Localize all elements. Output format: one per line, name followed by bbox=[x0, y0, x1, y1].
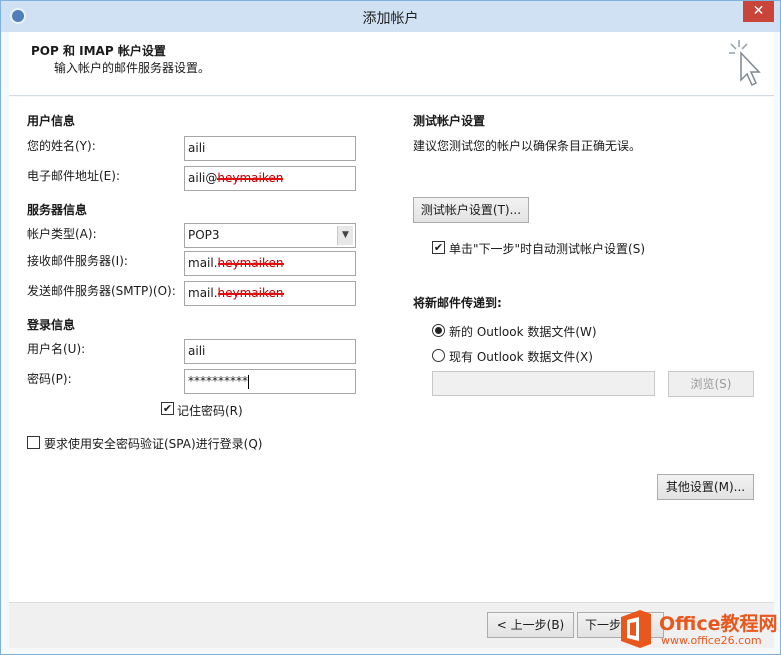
username-value: aili bbox=[188, 344, 206, 358]
existing-data-file-path[interactable] bbox=[432, 371, 655, 396]
delivery-heading: 将新邮件传递到: bbox=[413, 296, 502, 310]
name-label: 您的姓名(Y): bbox=[27, 139, 96, 153]
email-redacted: heymaiken bbox=[217, 171, 284, 185]
browse-button[interactable]: 浏览(S) bbox=[668, 371, 754, 397]
watermark: Office教程网 www.office26.com bbox=[615, 605, 781, 655]
add-account-window: 添加帐户 ✕ POP 和 IMAP 帐户设置 输入帐户的邮件服务器设置。 用户信… bbox=[0, 0, 781, 655]
auto-test-label: 单击"下一步"时自动测试帐户设置(S) bbox=[449, 242, 646, 256]
office-logo-icon bbox=[621, 610, 651, 648]
server-info-heading: 服务器信息 bbox=[27, 203, 88, 217]
title-bar: 添加帐户 ✕ bbox=[1, 1, 780, 32]
close-button[interactable]: ✕ bbox=[743, 1, 774, 22]
name-input[interactable]: aili bbox=[184, 136, 356, 161]
username-input[interactable]: aili bbox=[184, 339, 356, 364]
watermark-url: www.office26.com bbox=[661, 634, 762, 647]
test-settings-heading: 测试帐户设置 bbox=[413, 114, 486, 128]
password-label: 密码(P): bbox=[27, 372, 72, 386]
dialog-header: POP 和 IMAP 帐户设置 输入帐户的邮件服务器设置。 bbox=[9, 32, 774, 96]
spa-checkbox[interactable] bbox=[27, 436, 40, 449]
name-value: aili bbox=[188, 141, 206, 155]
auto-test-checkbox[interactable]: ✔ bbox=[432, 241, 445, 254]
email-input[interactable]: aili@heymaiken bbox=[184, 166, 356, 191]
dialog-content: 用户信息 您的姓名(Y): aili 电子邮件地址(E): aili@heyma… bbox=[9, 97, 774, 602]
more-settings-button[interactable]: 其他设置(M)... bbox=[657, 474, 754, 500]
cursor-click-icon bbox=[729, 40, 761, 87]
new-data-file-radio[interactable] bbox=[432, 324, 445, 337]
header-title: POP 和 IMAP 帐户设置 bbox=[31, 44, 166, 58]
test-settings-description: 建议您测试您的帐户以确保条目正确无误。 bbox=[413, 139, 642, 153]
incoming-server-input[interactable]: mail.heymaiken bbox=[184, 251, 356, 276]
incoming-redacted: heymaiken bbox=[217, 256, 284, 270]
chevron-down-icon[interactable]: ▼ bbox=[337, 226, 353, 245]
incoming-prefix: mail. bbox=[188, 256, 218, 270]
watermark-brand: Office教程网 bbox=[659, 613, 778, 635]
account-type-label: 帐户类型(A): bbox=[27, 227, 97, 241]
outgoing-server-input[interactable]: mail.heymaiken bbox=[184, 281, 356, 306]
outgoing-prefix: mail. bbox=[188, 286, 218, 300]
back-button[interactable]: < 上一步(B) bbox=[487, 612, 574, 638]
user-info-heading: 用户信息 bbox=[27, 114, 76, 128]
email-label: 电子邮件地址(E): bbox=[27, 169, 120, 183]
existing-data-file-radio[interactable] bbox=[432, 349, 445, 362]
test-account-settings-button[interactable]: 测试帐户设置(T)... bbox=[413, 197, 529, 223]
password-value: ********** bbox=[188, 374, 248, 388]
spa-label: 要求使用安全密码验证(SPA)进行登录(Q) bbox=[44, 437, 263, 451]
remember-password-checkbox[interactable]: ✔ bbox=[161, 402, 174, 415]
remember-password-label: 记住密码(R) bbox=[177, 404, 243, 418]
existing-data-file-label: 现有 Outlook 数据文件(X) bbox=[449, 350, 593, 364]
outgoing-redacted: heymaiken bbox=[217, 286, 284, 300]
login-info-heading: 登录信息 bbox=[27, 318, 76, 332]
header-subtitle: 输入帐户的邮件服务器设置。 bbox=[54, 61, 211, 75]
text-caret bbox=[248, 374, 249, 389]
new-data-file-label: 新的 Outlook 数据文件(W) bbox=[449, 325, 597, 339]
account-type-select[interactable]: POP3 ▼ bbox=[184, 223, 356, 248]
password-input[interactable]: ********** bbox=[184, 369, 356, 394]
incoming-server-label: 接收邮件服务器(I): bbox=[27, 254, 128, 268]
outgoing-server-label: 发送邮件服务器(SMTP)(O): bbox=[27, 284, 176, 298]
account-type-value: POP3 bbox=[188, 228, 220, 242]
email-prefix: aili@ bbox=[188, 171, 218, 185]
window-title: 添加帐户 bbox=[362, 11, 419, 27]
username-label: 用户名(U): bbox=[27, 342, 86, 356]
